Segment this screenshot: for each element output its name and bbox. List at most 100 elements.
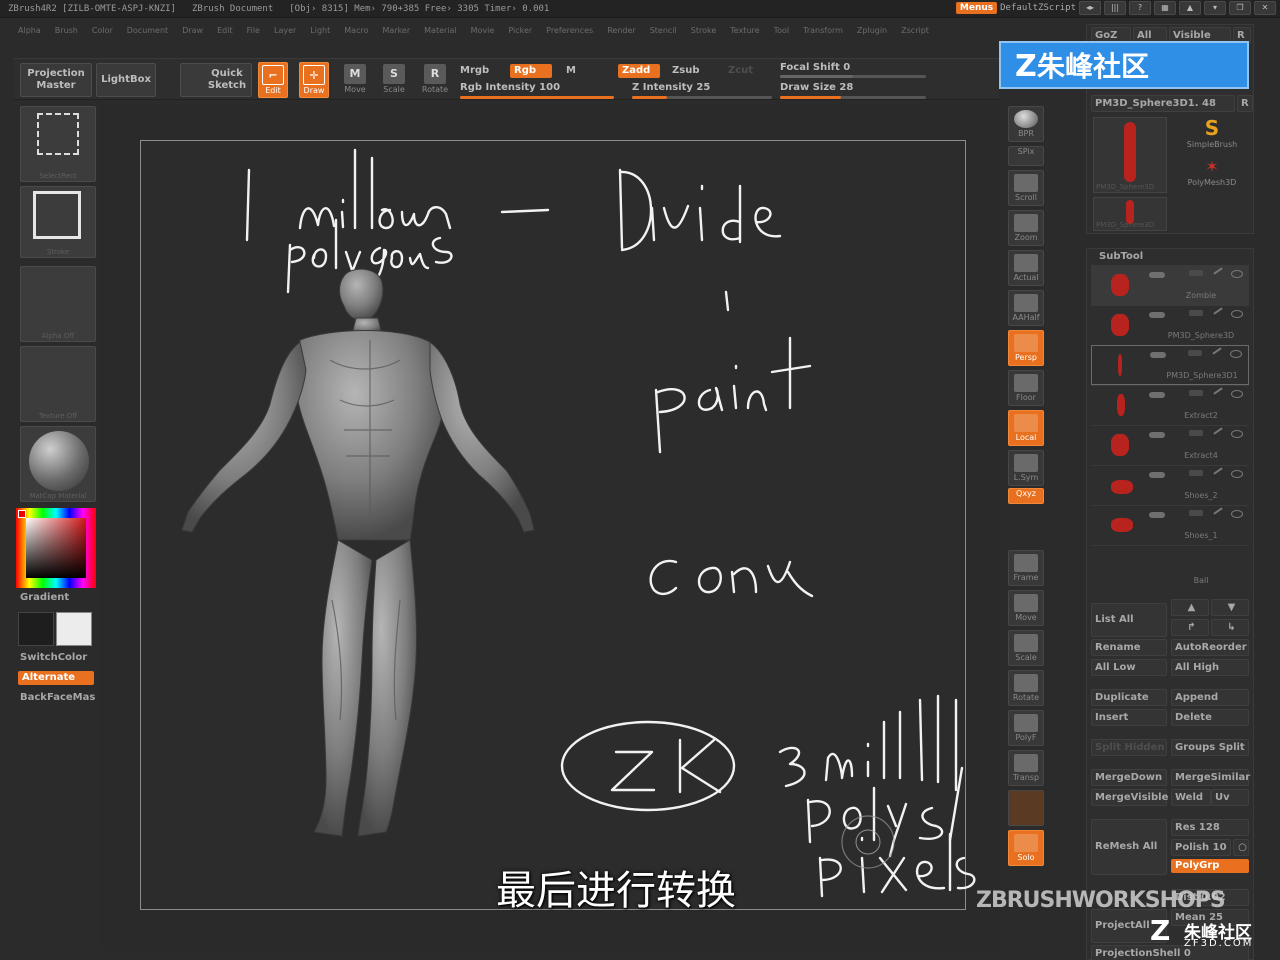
mergesimilar-button[interactable]: MergeSimilar: [1171, 769, 1250, 786]
subtool-thumb: [1111, 314, 1129, 336]
pencil-icon[interactable]: [1213, 307, 1223, 315]
autoreorder-button[interactable]: AutoReorder: [1171, 639, 1249, 656]
polymesh3d-tool[interactable]: ✶ PolyMesh3D: [1173, 157, 1251, 193]
eye-icon[interactable]: [1231, 310, 1243, 318]
move-hand-icon: [1014, 594, 1038, 612]
pencil-icon[interactable]: [1213, 267, 1223, 275]
move-up-button[interactable]: ▲: [1171, 599, 1209, 616]
eye-icon[interactable]: [1231, 390, 1243, 398]
floor-button[interactable]: Floor: [1008, 370, 1044, 406]
subtool-toggle[interactable]: [1149, 472, 1165, 478]
polyf-button[interactable]: PolyF: [1008, 710, 1044, 746]
actual-icon: [1014, 254, 1038, 272]
eye-icon[interactable]: [1231, 470, 1243, 478]
qxyz-button[interactable]: Qxyz: [1008, 488, 1044, 504]
subtool-row-extract4[interactable]: Extract4: [1091, 425, 1249, 465]
subtool-row-ball[interactable]: Ball: [1091, 545, 1249, 585]
current-tool-r-button[interactable]: R: [1237, 95, 1253, 112]
note-million-stroke: [298, 148, 452, 230]
eye-icon[interactable]: [1231, 270, 1243, 278]
note-paint-stroke: [654, 336, 812, 454]
zoom-button[interactable]: Zoom: [1008, 210, 1044, 246]
subtool-dot: [1189, 470, 1203, 476]
move-top-button[interactable]: ↱: [1171, 619, 1209, 636]
subtool-row-sphere[interactable]: PM3D_Sphere3D: [1091, 305, 1249, 345]
all-low-button[interactable]: All Low: [1091, 659, 1167, 676]
pencil-icon[interactable]: [1213, 467, 1223, 475]
all-high-button[interactable]: All High: [1171, 659, 1249, 676]
polyframe-icon: [1014, 714, 1038, 732]
floor-icon: [1014, 374, 1038, 392]
subtool-row-zombie[interactable]: Zombie: [1091, 265, 1249, 305]
actual-button[interactable]: Actual: [1008, 250, 1044, 286]
subtool-row-sphere1[interactable]: PM3D_Sphere3D1: [1091, 345, 1249, 385]
rename-button[interactable]: Rename: [1091, 639, 1167, 656]
lsym-button[interactable]: L.Sym: [1008, 450, 1044, 486]
subtool-row-shoes2[interactable]: Shoes_2: [1091, 465, 1249, 505]
eye-icon[interactable]: [1230, 350, 1242, 358]
mergevisible-button[interactable]: MergeVisible: [1091, 789, 1168, 806]
watermark-z-icon: Z: [1150, 914, 1171, 947]
transp-icon: [1014, 754, 1038, 772]
subtool-toggle[interactable]: [1149, 312, 1165, 318]
brush-cursor-icon: [841, 815, 895, 869]
pencil-icon[interactable]: [1213, 387, 1223, 395]
subtool-row-shoes1[interactable]: Shoes_1: [1091, 505, 1249, 545]
polish-circle-button[interactable]: ○: [1233, 839, 1249, 856]
mergedown-button[interactable]: MergeDown: [1091, 769, 1167, 786]
remesh-all-button[interactable]: ReMesh All: [1091, 819, 1167, 875]
res-slider[interactable]: Res 128: [1171, 819, 1249, 836]
pencil-icon[interactable]: [1213, 507, 1223, 515]
persp-button[interactable]: Persp: [1008, 330, 1044, 366]
delete-button[interactable]: Delete: [1171, 709, 1249, 726]
duplicate-button[interactable]: Duplicate: [1091, 689, 1167, 706]
frame-button[interactable]: Frame: [1008, 550, 1044, 586]
subtool-dot: [1188, 350, 1202, 356]
polish-slider[interactable]: Polish 10: [1171, 839, 1231, 856]
rotate-view-button[interactable]: Rotate: [1008, 670, 1044, 706]
note-conv-stroke: [649, 559, 814, 598]
note-dash-stroke: [500, 208, 550, 214]
scale-view-button[interactable]: Scale: [1008, 630, 1044, 666]
subtool-row-extract2[interactable]: Extract2: [1091, 385, 1249, 425]
eye-icon[interactable]: [1231, 510, 1243, 518]
eye-icon[interactable]: [1231, 430, 1243, 438]
subtool-thumb: [1111, 518, 1133, 532]
scroll-button[interactable]: Scroll: [1008, 170, 1044, 206]
solo-button[interactable]: Solo: [1008, 830, 1044, 866]
note-zk-circle: [560, 720, 736, 812]
aahalf-icon: [1014, 294, 1038, 312]
insert-button[interactable]: Insert: [1091, 709, 1167, 726]
list-all-button[interactable]: List All: [1091, 603, 1167, 637]
pencil-icon[interactable]: [1212, 347, 1222, 355]
tool-thumb-secondary[interactable]: PM3D_Sphere3D: [1093, 197, 1167, 231]
subtool-title[interactable]: SubTool: [1099, 251, 1143, 262]
tool-thumb-primary[interactable]: PM3D_Sphere3D: [1093, 117, 1167, 193]
aahalf-button[interactable]: AAHalf: [1008, 290, 1044, 326]
simplebrush-tool[interactable]: S SimpleBrush: [1173, 117, 1251, 153]
spix-button[interactable]: SPix: [1008, 146, 1044, 166]
ghost-button[interactable]: [1008, 790, 1044, 826]
subtool-toggle[interactable]: [1149, 272, 1165, 278]
grid-icon: [1014, 334, 1038, 352]
polygrp-toggle[interactable]: PolyGrp: [1171, 859, 1249, 873]
move-view-button[interactable]: Move: [1008, 590, 1044, 626]
append-button[interactable]: Append: [1171, 689, 1249, 706]
subtool-toggle[interactable]: [1149, 432, 1165, 438]
subtool-toggle[interactable]: [1149, 512, 1165, 518]
move-bottom-button[interactable]: ↳: [1211, 619, 1249, 636]
site-url-watermark: ZF3D.COM: [1184, 938, 1254, 949]
bpr-button[interactable]: BPR: [1008, 106, 1044, 142]
split-hidden-button[interactable]: Split Hidden: [1091, 739, 1167, 756]
move-down-button[interactable]: ▼: [1211, 599, 1249, 616]
current-tool-name[interactable]: PM3D_Sphere3D1. 48: [1091, 95, 1235, 112]
subtool-thumb: [1118, 354, 1122, 376]
groups-split-button[interactable]: Groups Split: [1171, 739, 1249, 756]
pencil-icon[interactable]: [1213, 427, 1223, 435]
uv-button[interactable]: Uv: [1211, 789, 1249, 806]
subtool-toggle[interactable]: [1150, 352, 1166, 358]
subtool-toggle[interactable]: [1149, 392, 1165, 398]
weld-button[interactable]: Weld: [1171, 789, 1211, 806]
transp-button[interactable]: Transp: [1008, 750, 1044, 786]
local-button[interactable]: Local: [1008, 410, 1044, 446]
